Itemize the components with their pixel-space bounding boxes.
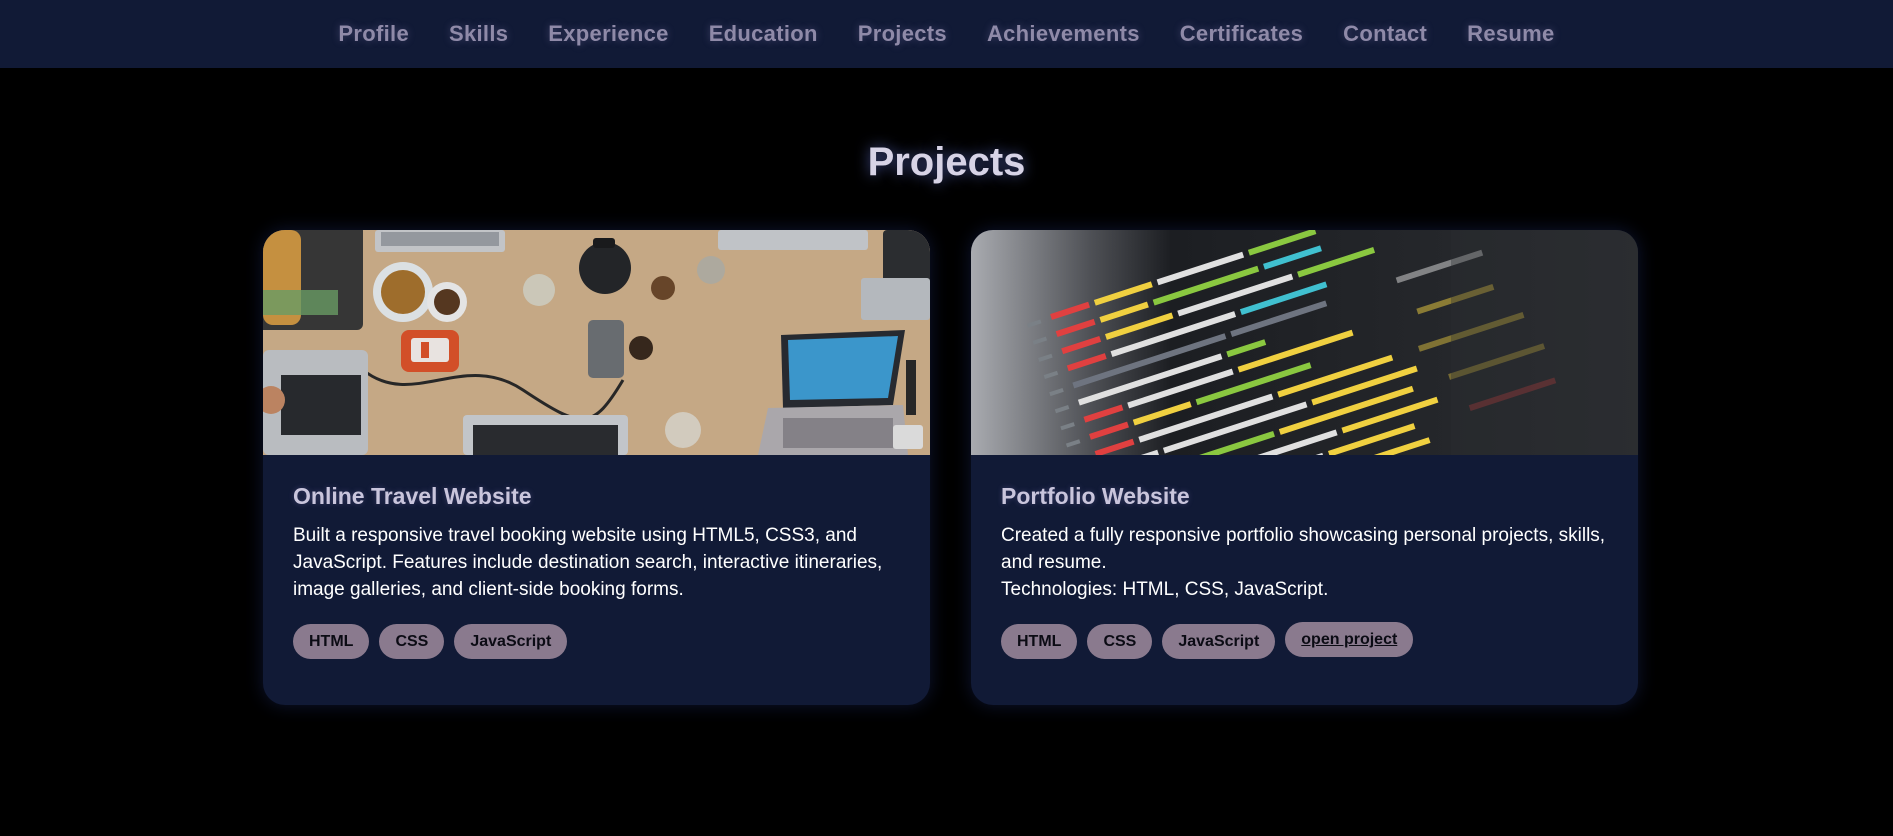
project-description: Created a fully responsive portfolio sho… — [1001, 522, 1611, 603]
nav-link-certificates[interactable]: Certificates — [1180, 21, 1303, 47]
card-body: Portfolio Website Created a fully respon… — [1001, 483, 1611, 659]
description-text: Built a responsive travel booking websit… — [293, 525, 883, 600]
project-card-travel: Online Travel Website Built a responsive… — [263, 230, 930, 705]
project-title: Portfolio Website — [1001, 483, 1190, 509]
tech-tags: HTML CSS JavaScript — [293, 624, 903, 659]
nav-list: Profile Skills Experience Education Proj… — [318, 21, 1574, 47]
tech-tags: HTML CSS JavaScript open project — [1001, 622, 1611, 659]
nav-link-projects[interactable]: Projects — [858, 21, 947, 47]
projects-section-title: Projects — [867, 140, 1026, 184]
tag-javascript: JavaScript — [454, 624, 568, 659]
technologies-text: Technologies: HTML, CSS, JavaScript. — [1001, 579, 1329, 600]
tag-html: HTML — [1001, 624, 1078, 659]
nav-link-achievements[interactable]: Achievements — [987, 21, 1140, 47]
project-card-portfolio: Portfolio Website Created a fully respon… — [971, 230, 1638, 705]
nav-link-contact[interactable]: Contact — [1343, 21, 1427, 47]
nav-link-skills[interactable]: Skills — [449, 21, 508, 47]
description-text: Created a fully responsive portfolio sho… — [1001, 525, 1606, 573]
tag-css: CSS — [379, 624, 445, 659]
nav-link-resume[interactable]: Resume — [1467, 21, 1554, 47]
laptops-on-desk-photo — [263, 230, 930, 455]
nav-link-education[interactable]: Education — [709, 21, 818, 47]
card-body: Online Travel Website Built a responsive… — [293, 483, 903, 659]
tag-html: HTML — [293, 624, 370, 659]
nav-link-profile[interactable]: Profile — [338, 21, 409, 47]
top-navbar: Profile Skills Experience Education Proj… — [0, 0, 1893, 68]
project-title: Online Travel Website — [293, 483, 532, 509]
nav-link-experience[interactable]: Experience — [548, 21, 668, 47]
code-screen-photo — [971, 230, 1638, 455]
tag-javascript: JavaScript — [1162, 624, 1276, 659]
open-project-link[interactable]: open project — [1285, 622, 1414, 657]
tag-css: CSS — [1087, 624, 1153, 659]
project-description: Built a responsive travel booking websit… — [293, 522, 903, 603]
